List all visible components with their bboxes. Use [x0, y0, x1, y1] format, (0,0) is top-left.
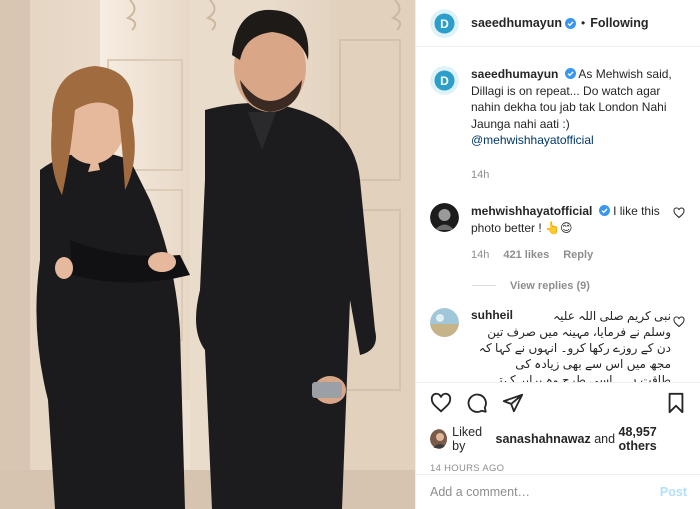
likes-summary: Liked by sanashahnawaz and 48,957 others	[430, 425, 687, 453]
post-header: D saeedhumayun • Following	[416, 0, 700, 47]
like-button[interactable]	[430, 392, 452, 414]
comment-item: mehwishhayatofficial I like this photo b…	[416, 203, 700, 264]
comment-username[interactable]: mehwishhayatofficial	[471, 204, 592, 218]
caption-username[interactable]: saeedhumayun	[471, 67, 558, 81]
post-details-panel: D saeedhumayun • Following D saeedhumayu…	[415, 0, 700, 509]
comment-bubble-icon	[467, 393, 487, 413]
caption-author-avatar[interactable]: D	[430, 66, 459, 95]
comment-button[interactable]	[466, 392, 488, 414]
comment-likes[interactable]: 421 likes	[503, 247, 549, 264]
comment-text-line: دن کے روزے رکھا کرو۔ انہوں نے کہا کہ	[478, 340, 671, 355]
post-image	[0, 0, 415, 509]
avatar-logo-icon: D	[430, 8, 459, 38]
commenter-avatar[interactable]	[430, 203, 459, 232]
liker-username[interactable]: sanashahnawaz	[496, 432, 591, 446]
avatar-logo-icon: D	[430, 66, 459, 95]
heart-icon	[430, 392, 452, 413]
comment-username[interactable]: suhheil	[471, 308, 513, 322]
following-button[interactable]: Following	[590, 16, 648, 30]
add-comment-bar: Add a comment… Post	[416, 474, 700, 509]
caption-mention-link[interactable]: @mehwishhayatofficial	[471, 133, 594, 147]
comment-like-heart-icon[interactable]	[673, 315, 685, 328]
avatar-photo-icon	[430, 307, 459, 337]
comment-text: نبی کریم صلی اللہ علیہ	[521, 308, 671, 324]
comment-text-line: طاقت ہے۔ اسی طرح وہ برابر کہتے	[492, 372, 671, 383]
post-timestamp[interactable]: 14 HOURS AGO	[430, 463, 687, 474]
comment-text-continued: وسلم نے فرمایا، مہینہ میں صرف تین دن کے …	[471, 324, 671, 383]
likes-others-link[interactable]: 48,957 others	[619, 425, 687, 453]
liker-avatar[interactable]	[430, 429, 448, 449]
author-avatar[interactable]: D	[430, 8, 459, 38]
bookmark-icon	[668, 392, 684, 414]
paper-plane-icon	[502, 393, 524, 413]
view-replies-label[interactable]: View replies (9)	[510, 280, 590, 292]
comment-text-line: مجھ میں اس سے بھی زیادہ کی	[515, 356, 671, 371]
comment-input[interactable]: Add a comment…	[430, 485, 660, 499]
commenter-avatar[interactable]	[430, 307, 459, 337]
avatar-photo-icon	[430, 203, 459, 232]
comments-list[interactable]: D saeedhumayun As Mehwish said, Dillagi …	[416, 66, 700, 382]
comment-time[interactable]: 14h	[471, 247, 489, 264]
svg-text:D: D	[440, 17, 449, 31]
avatar-photo-icon	[430, 429, 448, 449]
replies-divider-line	[472, 285, 496, 286]
verified-badge-icon	[564, 68, 576, 79]
verified-badge-icon	[565, 17, 577, 29]
caption-time[interactable]: 14h	[471, 167, 489, 184]
post-photo[interactable]	[0, 0, 415, 509]
view-replies-button[interactable]: View replies (9)	[416, 280, 700, 292]
author-username[interactable]: saeedhumayun	[471, 16, 562, 30]
likes-prefix: Liked by	[452, 425, 483, 453]
comment-item: suhheil نبی کریم صلی اللہ علیہ وسلم نے ف…	[416, 307, 700, 383]
action-icons	[430, 391, 687, 415]
header-separator: •	[581, 16, 586, 30]
comment-like-heart-icon[interactable]	[673, 207, 685, 219]
post-actions: Liked by sanashahnawaz and 48,957 others…	[416, 382, 700, 474]
svg-text:D: D	[440, 74, 449, 88]
verified-badge-icon	[598, 205, 610, 216]
caption: D saeedhumayun As Mehwish said, Dillagi …	[416, 66, 700, 183]
comment-reply-button[interactable]: Reply	[563, 247, 593, 264]
comment-text-line: وسلم نے فرمایا، مہینہ میں صرف تین	[487, 324, 671, 339]
share-button[interactable]	[502, 392, 524, 414]
save-button[interactable]	[665, 392, 687, 414]
likes-middle: and	[594, 432, 616, 446]
post-comment-button[interactable]: Post	[660, 485, 687, 499]
comment-text-line: نبی کریم صلی اللہ علیہ	[553, 308, 672, 323]
